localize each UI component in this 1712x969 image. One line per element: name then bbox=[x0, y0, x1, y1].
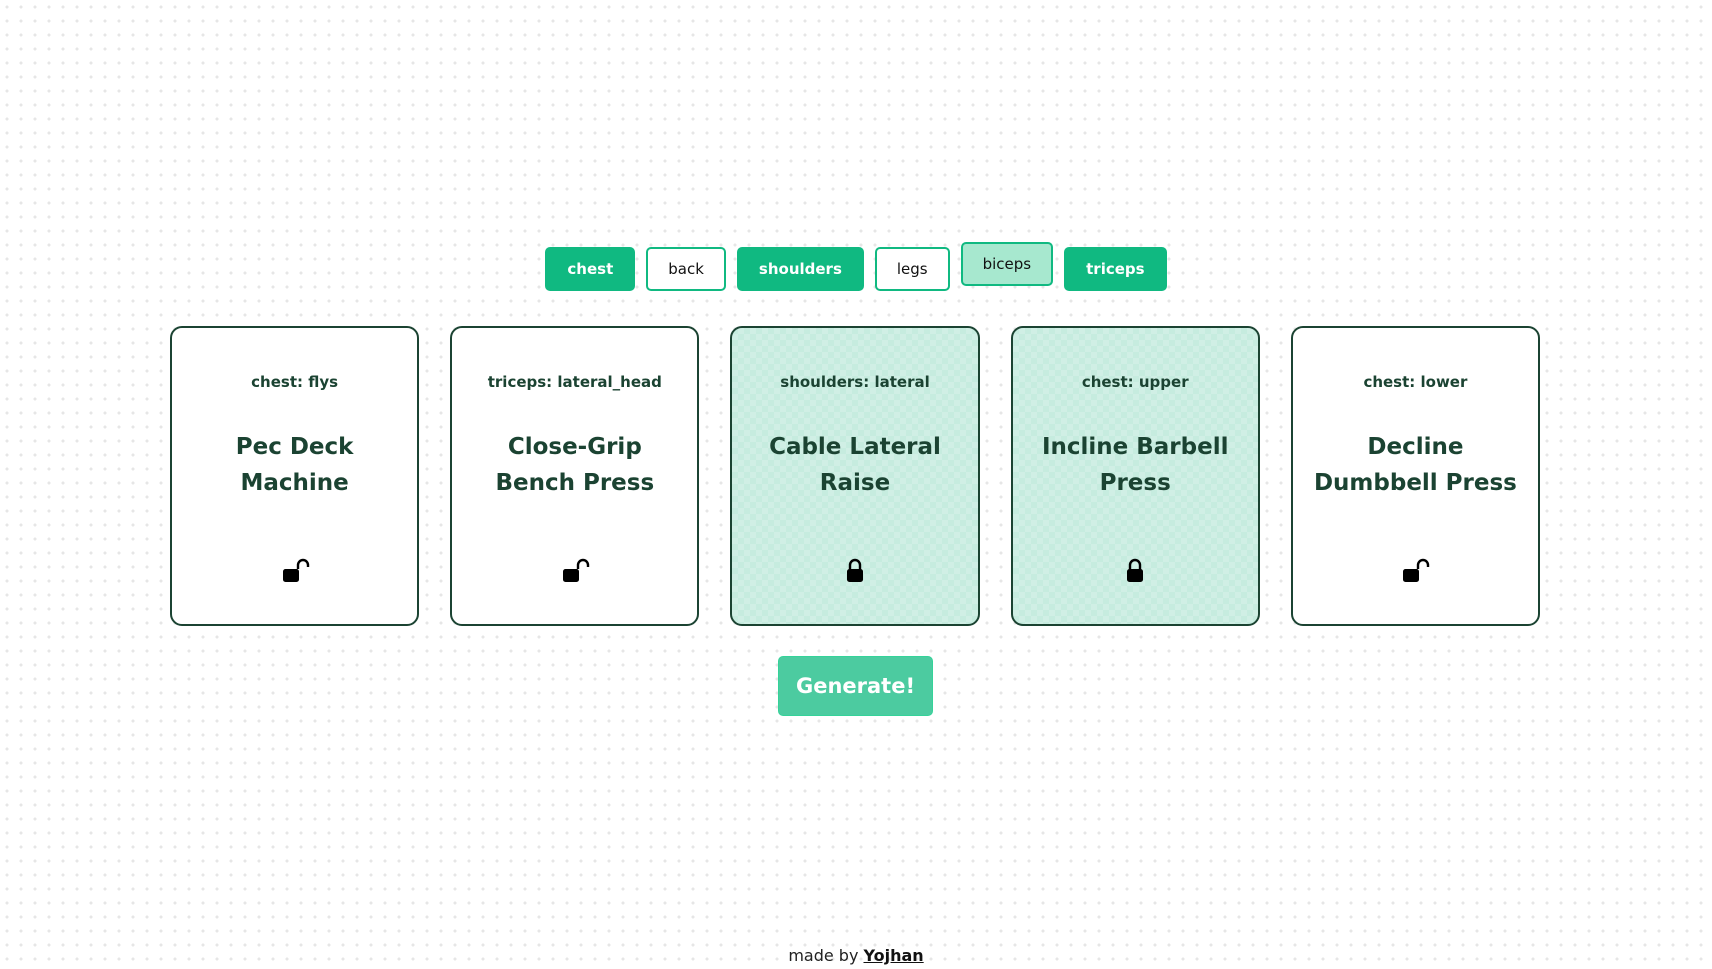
card-category: chest: flys bbox=[251, 373, 339, 391]
generate-button[interactable]: Generate! bbox=[778, 656, 933, 716]
author-link[interactable]: Yojhan bbox=[864, 946, 924, 965]
exercise-card: shoulders: lateral Cable Lateral Raise bbox=[730, 326, 980, 626]
exercise-card: chest: lower Decline Dumbbell Press bbox=[1290, 326, 1541, 626]
card-category: chest: upper bbox=[1081, 373, 1189, 391]
filter-shoulders[interactable]: shoulders bbox=[736, 247, 864, 291]
card-category: shoulders: lateral bbox=[780, 373, 930, 391]
filter-chest[interactable]: chest bbox=[545, 247, 636, 291]
card-category: triceps: lateral_head bbox=[487, 373, 662, 391]
exercise-card: chest: flys Pec Deck Machine bbox=[170, 326, 420, 626]
footer-credit: made by Yojhan bbox=[0, 946, 1712, 965]
exercise-card: chest: upper Incline Barbell Press bbox=[1010, 326, 1260, 626]
footer-prefix: made by bbox=[788, 946, 864, 965]
exercise-card: triceps: lateral_head Close-Grip Bench P… bbox=[450, 326, 700, 626]
card-exercise-name: Cable Lateral Raise bbox=[769, 434, 941, 496]
unlock-icon[interactable] bbox=[1400, 558, 1430, 584]
filter-back[interactable]: back bbox=[646, 247, 726, 291]
unlock-icon[interactable] bbox=[560, 558, 590, 584]
filter-legs[interactable]: legs bbox=[874, 247, 950, 291]
card-exercise-name: Incline Barbell Press bbox=[1041, 434, 1229, 496]
filter-triceps[interactable]: triceps bbox=[1064, 247, 1167, 291]
card-category: chest: lower bbox=[1363, 373, 1468, 391]
card-exercise-name: Pec Deck Machine bbox=[235, 434, 354, 496]
card-exercise-name: Decline Dumbbell Press bbox=[1313, 434, 1517, 496]
lock-icon[interactable] bbox=[1120, 558, 1150, 584]
lock-icon[interactable] bbox=[840, 558, 870, 584]
unlock-icon[interactable] bbox=[280, 558, 310, 584]
filter-biceps[interactable]: biceps bbox=[960, 242, 1054, 286]
muscle-filter-bar: chest back shoulders legs biceps triceps bbox=[0, 242, 1712, 291]
card-exercise-name: Close-Grip Bench Press bbox=[495, 434, 655, 496]
exercise-cards: chest: flys Pec Deck Machine triceps: la… bbox=[170, 326, 1541, 626]
